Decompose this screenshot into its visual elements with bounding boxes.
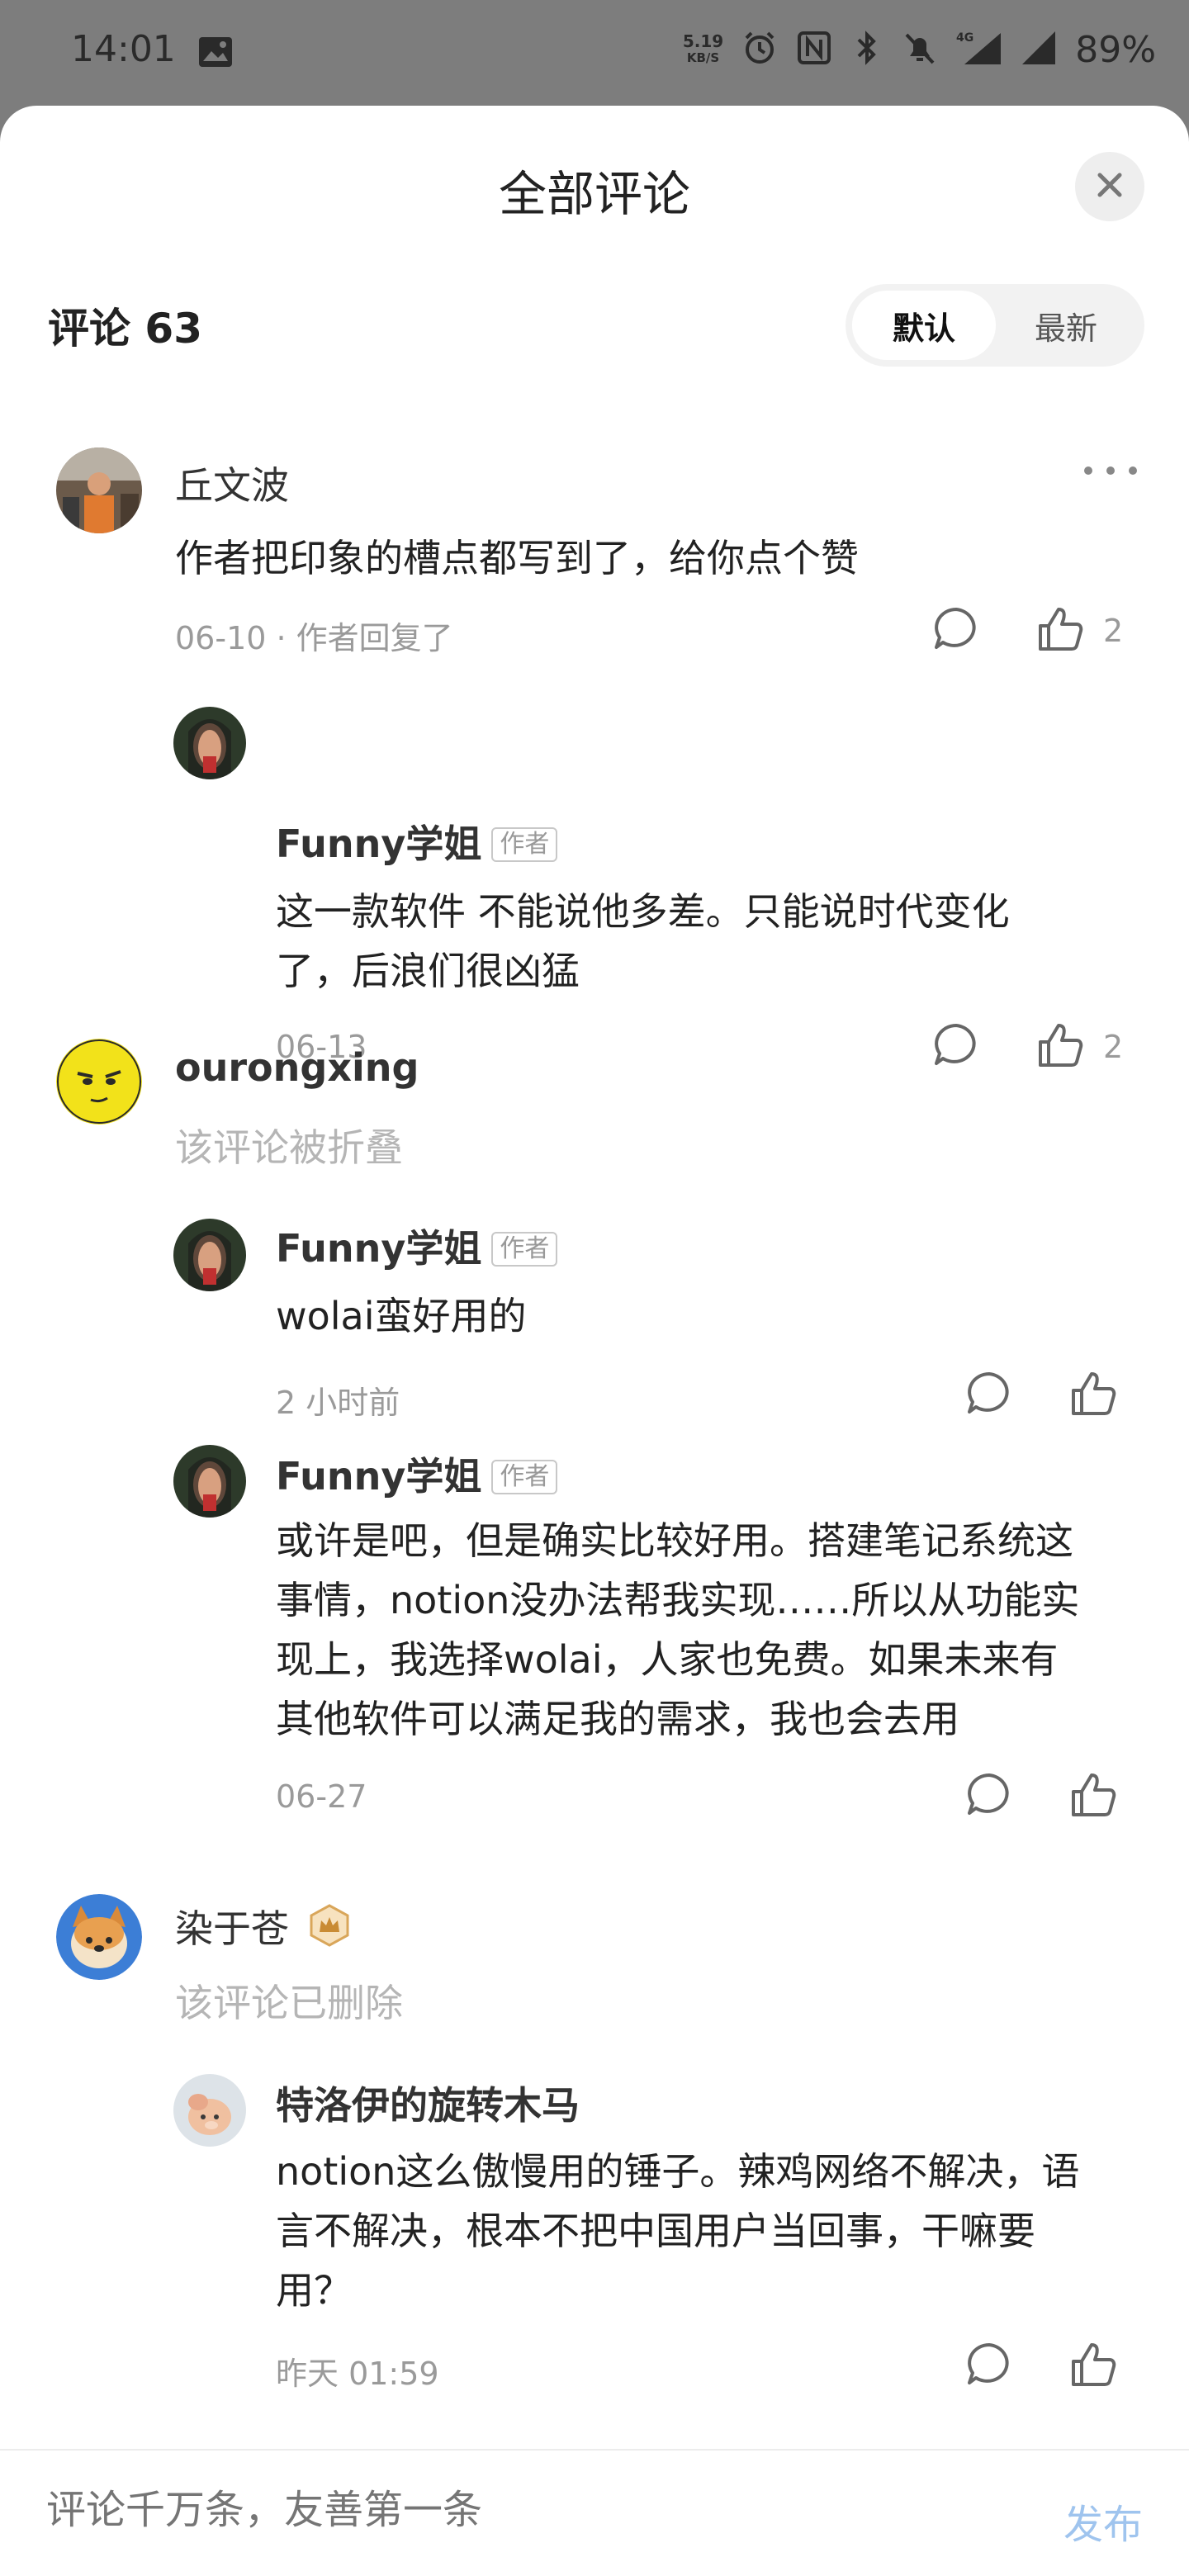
thumbs-up-icon (1035, 1020, 1085, 1073)
comment-status: 该评论被折叠 (175, 1125, 403, 1170)
reply-text: wolai蛮好用的 (276, 1294, 527, 1338)
like-button[interactable] (1068, 1369, 1118, 1422)
author-badge: 作者 (491, 1460, 558, 1494)
sort-latest-button[interactable]: 最新 (994, 291, 1138, 360)
reply-button[interactable] (964, 1369, 1014, 1422)
thumbs-up-icon (1068, 1770, 1118, 1823)
close-icon (1095, 170, 1125, 203)
alarm-icon (741, 30, 778, 69)
svg-text:4G: 4G (956, 31, 973, 45)
sheet-title: 全部评论 (498, 166, 690, 222)
like-button[interactable]: 2 (1035, 1020, 1123, 1073)
comment-count: 评论 63 (48, 305, 202, 353)
reply-text: 这一款软件 不能说他多差。只能说时代变化 了，后浪们很凶猛 (276, 889, 1010, 993)
comment-text: 作者把印象的槽点都写到了，给你点个赞 (175, 536, 859, 580)
close-button[interactable] (1075, 152, 1144, 221)
4g-signal-icon: 4G (956, 30, 1002, 69)
comment-bubble-icon (931, 1020, 981, 1073)
more-options-icon[interactable] (1082, 464, 1139, 481)
status-bar: 14:01 5.19 KB/S 4G 89% (0, 0, 1189, 106)
comment-author[interactable]: 染于苍 (175, 1899, 351, 1956)
publish-button[interactable]: 发布 (1063, 2492, 1143, 2550)
reply-author[interactable]: 特洛伊的旋转木马 (276, 2076, 580, 2130)
avatar[interactable] (56, 447, 142, 533)
comment-input[interactable] (46, 2487, 955, 2533)
reply-author[interactable]: Funny学姐 作者 (276, 1219, 558, 1273)
reply-meta: 06-27 (276, 1778, 367, 1815)
reply-author[interactable]: Funny学姐 作者 (276, 1447, 558, 1501)
like-count: 2 (1103, 1029, 1124, 1065)
comment-input-bar: 发布 (0, 2449, 1189, 2576)
reply-text: notion这么傲慢用的锤子。辣鸡网络不解决，语 言不解决，根本不把中国用户当回… (276, 2149, 1080, 2313)
reply-author[interactable]: Funny学姐 作者 (276, 814, 558, 869)
reply-button[interactable] (964, 2340, 1014, 2393)
avatar[interactable] (173, 1219, 246, 1291)
comment-status: 该评论已删除 (175, 1981, 403, 2025)
like-count: 2 (1103, 613, 1124, 649)
comment-author[interactable]: 丘文波 (175, 456, 289, 510)
reply-button[interactable] (964, 1770, 1014, 1823)
avatar[interactable] (173, 2074, 246, 2147)
comments-sheet: 全部评论 评论 63 默认 最新 丘文波 作者把印象的槽点都写到了，给你点个赞 … (0, 106, 1189, 2576)
sort-toggle: 默认 最新 (846, 284, 1144, 367)
comment-bubble-icon (964, 1369, 1014, 1422)
comment-bubble-icon (964, 2340, 1014, 2393)
avatar[interactable] (173, 707, 246, 779)
sort-default-button[interactable]: 默认 (852, 291, 996, 360)
reply-meta: 昨天 01:59 (276, 2356, 439, 2392)
avatar[interactable] (56, 1039, 142, 1125)
status-time: 14:01 (71, 28, 176, 70)
reply-button[interactable] (931, 604, 981, 657)
nfc-icon (796, 30, 832, 69)
comment-bubble-icon (964, 1770, 1014, 1823)
comment-meta: 06-10 · 作者回复了 (175, 620, 453, 656)
thumbs-up-icon (1035, 604, 1085, 657)
like-button[interactable] (1068, 1770, 1118, 1823)
crown-badge-icon (308, 1904, 351, 1956)
reply-button[interactable] (931, 1020, 981, 1073)
reply-meta: 2 小时前 (276, 1385, 400, 1421)
signal-icon (1021, 30, 1057, 69)
avatar[interactable] (56, 1894, 142, 1980)
comment-bubble-icon (931, 604, 981, 657)
bluetooth-icon (850, 30, 883, 69)
battery-level: 89% (1075, 28, 1156, 71)
author-badge: 作者 (491, 1232, 558, 1267)
author-badge: 作者 (491, 827, 558, 862)
comment-author[interactable]: ourongxing (175, 1045, 419, 1090)
like-button[interactable] (1068, 2340, 1118, 2393)
thumbs-up-icon (1068, 2340, 1118, 2393)
image-notification-icon (198, 36, 233, 71)
net-speed: 5.19 KB/S (682, 31, 724, 65)
status-icons: 5.19 KB/S 4G 89% (683, 25, 1156, 74)
reply-text: 或许是吧，但是确实比较好用。搭建笔记系统这 事情，notion没办法帮我实现……… (276, 1518, 1080, 1741)
avatar[interactable] (173, 1445, 246, 1518)
like-button[interactable]: 2 (1035, 604, 1123, 657)
thumbs-up-icon (1068, 1369, 1118, 1422)
mute-icon (902, 30, 938, 69)
